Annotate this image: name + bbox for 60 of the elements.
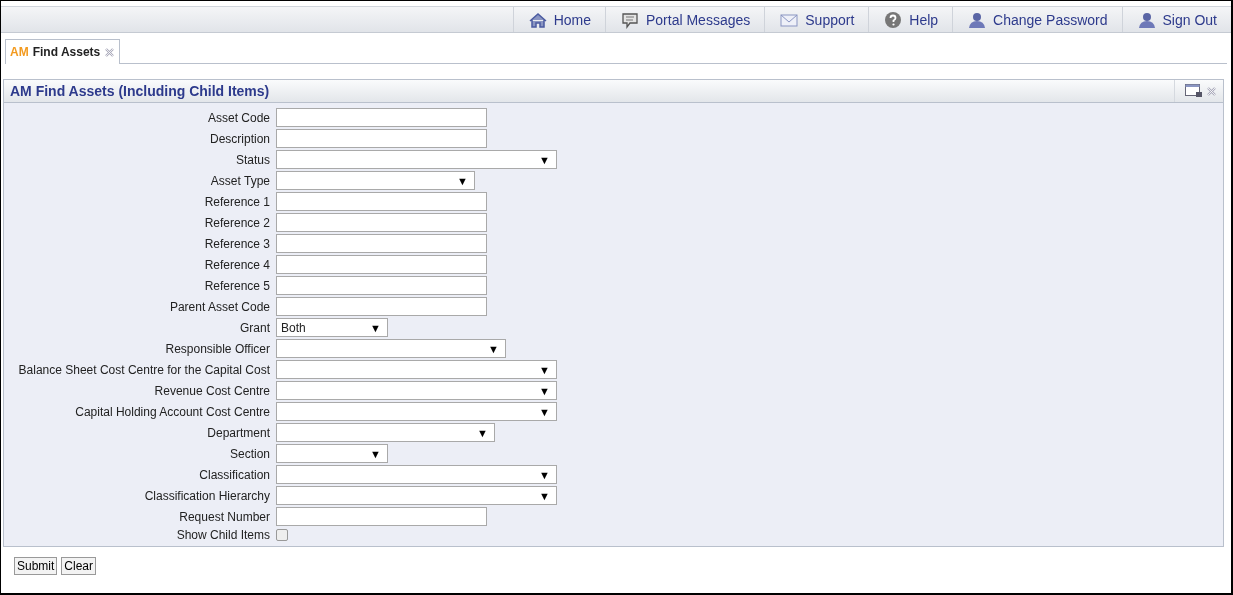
nav-link[interactable]: Change Password bbox=[952, 7, 1122, 32]
dropdown[interactable]: ▼ bbox=[276, 465, 557, 484]
dropdown[interactable]: ▼ bbox=[276, 423, 495, 442]
dropdown[interactable]: ▼ bbox=[276, 486, 557, 505]
input-field[interactable] bbox=[276, 297, 487, 316]
nav-link[interactable]: Support bbox=[764, 7, 869, 32]
field-label: Reference 1 bbox=[204, 194, 270, 209]
dropdown[interactable]: ▼ bbox=[276, 402, 557, 421]
field-label: Capital Holding Account Cost Centre bbox=[75, 404, 270, 419]
field-label: Department bbox=[207, 425, 270, 440]
field-label: Description bbox=[209, 131, 270, 146]
dropdown[interactable]: Both ▼ bbox=[276, 318, 388, 337]
dropdown[interactable]: ▼ bbox=[276, 171, 475, 190]
nav-link[interactable]: Sign Out bbox=[1121, 7, 1231, 32]
input-field[interactable] bbox=[276, 234, 487, 253]
field-label: Asset Type bbox=[210, 173, 270, 188]
field-label: Grant bbox=[240, 320, 270, 335]
panel-title: AM Find Assets (Including Child Items) bbox=[10, 83, 271, 99]
input-field[interactable] bbox=[276, 276, 487, 295]
field-label: Classification bbox=[199, 467, 270, 482]
dropdown[interactable]: ▼ bbox=[276, 381, 557, 400]
close-icon[interactable] bbox=[1206, 85, 1217, 97]
button[interactable]: Clear bbox=[61, 557, 97, 575]
close-icon[interactable] bbox=[104, 46, 116, 58]
tab[interactable]: AM Find Assets bbox=[5, 39, 121, 64]
nav-link[interactable]: Help bbox=[868, 7, 953, 32]
field-label: Reference 2 bbox=[204, 215, 270, 230]
field-label: Status bbox=[235, 152, 270, 167]
field-label: Reference 3 bbox=[204, 236, 270, 251]
dropdown[interactable]: ▼ bbox=[276, 360, 557, 379]
input-field[interactable] bbox=[276, 108, 487, 127]
user-icon bbox=[1136, 10, 1157, 29]
dropdown[interactable]: ▼ bbox=[276, 150, 557, 169]
dropdown[interactable]: ▼ bbox=[276, 339, 506, 358]
user-icon bbox=[967, 10, 988, 29]
input-field[interactable] bbox=[276, 255, 487, 274]
checkbox[interactable] bbox=[276, 529, 288, 541]
speech-bubble-icon bbox=[620, 10, 640, 29]
nav-link[interactable]: Portal Messages bbox=[605, 7, 765, 32]
field-label: Asset Code bbox=[207, 110, 270, 125]
input-field[interactable] bbox=[276, 129, 487, 148]
input-field[interactable] bbox=[276, 213, 487, 232]
field-label: Balance Sheet Cost Centre for the Capital Cost bbox=[18, 362, 270, 377]
field-label: Request Number bbox=[179, 509, 270, 524]
button[interactable]: Submit bbox=[14, 557, 58, 575]
field-label: Section bbox=[229, 446, 270, 461]
nav-link[interactable]: Home bbox=[512, 7, 605, 32]
field-label: Revenue Cost Centre bbox=[154, 383, 270, 398]
help-icon bbox=[883, 10, 904, 29]
dropdown[interactable]: ▼ bbox=[276, 444, 388, 463]
field-label: Parent Asset Code bbox=[169, 299, 270, 314]
window-icon[interactable] bbox=[1185, 84, 1203, 98]
field-label: Classification Hierarchy bbox=[144, 488, 270, 503]
field-label: Reference 4 bbox=[204, 257, 270, 272]
home-icon bbox=[527, 10, 548, 29]
input-field[interactable] bbox=[276, 507, 487, 526]
field-label: Responsible Officer bbox=[165, 341, 270, 356]
field-label: Show Child Items bbox=[176, 528, 270, 542]
input-field[interactable] bbox=[276, 192, 487, 211]
field-label: Reference 5 bbox=[204, 278, 270, 293]
